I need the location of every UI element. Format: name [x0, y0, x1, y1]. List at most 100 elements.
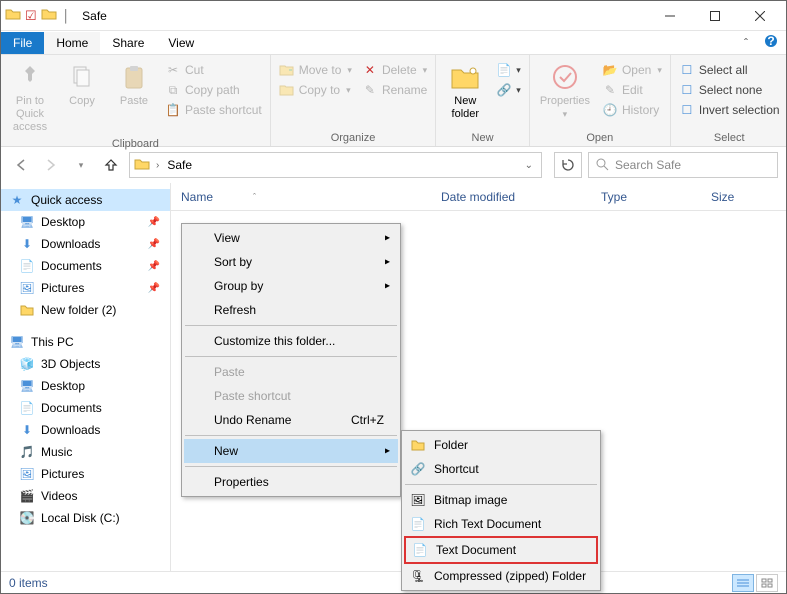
sort-indicator-icon: ˆ — [253, 192, 256, 202]
group-label-select: Select — [677, 130, 782, 144]
edit-button[interactable]: ✎Edit — [600, 81, 664, 99]
properties-button[interactable]: Properties▾ — [536, 59, 594, 130]
ctx-customize[interactable]: Customize this folder... — [184, 329, 398, 353]
ctx-refresh[interactable]: Refresh — [184, 298, 398, 322]
delete-button[interactable]: ✕Delete▾ — [360, 61, 429, 79]
minimize-button[interactable] — [647, 1, 692, 31]
shortcut-icon: 🔗 — [410, 461, 426, 477]
new-text-document[interactable]: 📄Text Document — [404, 536, 598, 564]
refresh-button[interactable] — [554, 152, 582, 178]
ctx-undo-rename[interactable]: Undo RenameCtrl+Z — [184, 408, 398, 432]
sidebar-item-videos[interactable]: 🎬Videos — [1, 485, 170, 507]
copy-to-button[interactable]: Copy to▾ — [277, 81, 354, 99]
sidebar-item-downloads-pc[interactable]: ⬇Downloads — [1, 419, 170, 441]
copy-path-button[interactable]: ⧉Copy path — [163, 81, 264, 99]
ctx-properties[interactable]: Properties — [184, 470, 398, 494]
recent-dropdown[interactable]: ▾ — [69, 153, 93, 177]
close-button[interactable] — [737, 1, 782, 31]
address-input[interactable]: › Safe ⌄ — [129, 152, 542, 178]
file-list-pane[interactable]: Nameˆ Date modified Type Size This folde… — [171, 183, 786, 571]
sidebar-item-3d-objects[interactable]: 🧊3D Objects — [1, 353, 170, 375]
collapse-ribbon-icon[interactable]: ˆ — [736, 36, 756, 50]
sidebar-item-pictures[interactable]: 🖼Pictures📌 — [1, 277, 170, 299]
ctx-sort-by[interactable]: Sort by▸ — [184, 250, 398, 274]
item-count: 0 items — [9, 576, 48, 590]
3d-icon: 🧊 — [19, 356, 35, 372]
select-all-icon: ☐ — [679, 62, 695, 78]
move-to-button[interactable]: Move to▾ — [277, 61, 354, 79]
folder-icon — [5, 6, 21, 25]
sidebar-item-downloads[interactable]: ⬇Downloads📌 — [1, 233, 170, 255]
sidebar-item-new-folder[interactable]: New folder (2) — [1, 299, 170, 321]
easy-access-button[interactable]: 🔗▾ — [494, 81, 523, 99]
help-icon[interactable]: ? — [756, 34, 786, 51]
cut-button[interactable]: ✂Cut — [163, 61, 264, 79]
select-none-button[interactable]: ☐Select none — [677, 81, 782, 99]
new-zip[interactable]: 🗜Compressed (zipped) Folder — [404, 564, 598, 588]
column-size[interactable]: Size — [701, 190, 771, 204]
pin-icon: 📌 — [148, 217, 166, 228]
invert-selection-button[interactable]: ☐Invert selection — [677, 101, 782, 119]
sidebar-item-documents-pc[interactable]: 📄Documents — [1, 397, 170, 419]
sidebar-item-desktop-pc[interactable]: 🖥Desktop — [1, 375, 170, 397]
tab-view[interactable]: View — [156, 32, 206, 54]
column-name[interactable]: Nameˆ — [171, 190, 431, 204]
select-all-button[interactable]: ☐Select all — [677, 61, 782, 79]
new-folder-button[interactable]: New folder — [442, 59, 488, 130]
maximize-button[interactable] — [692, 1, 737, 31]
move-to-icon — [279, 62, 295, 78]
thumbnails-view-button[interactable] — [756, 574, 778, 592]
back-button[interactable] — [9, 153, 33, 177]
desktop-icon: 🖥 — [19, 214, 35, 230]
copy-button[interactable]: Copy — [59, 59, 105, 136]
properties-icon — [549, 61, 581, 93]
documents-icon: 📄 — [19, 400, 35, 416]
group-label-clipboard: Clipboard — [7, 136, 264, 150]
paste-shortcut-button[interactable]: 📋Paste shortcut — [163, 101, 264, 119]
folder-icon — [19, 302, 35, 318]
sidebar-this-pc[interactable]: 🖥This PC — [1, 331, 170, 353]
column-date-modified[interactable]: Date modified — [431, 190, 591, 204]
new-folder[interactable]: Folder — [404, 433, 598, 457]
up-button[interactable] — [99, 153, 123, 177]
group-label-open: Open — [536, 130, 664, 144]
navigation-pane[interactable]: ★ Quick access 🖥Desktop📌 ⬇Downloads📌 📄Do… — [1, 183, 171, 571]
rename-button[interactable]: ✎Rename — [360, 81, 429, 99]
sidebar-quick-access[interactable]: ★ Quick access — [1, 189, 170, 211]
ctx-group-by[interactable]: Group by▸ — [184, 274, 398, 298]
tab-share[interactable]: Share — [100, 32, 156, 54]
submenu-arrow-icon: ▸ — [385, 281, 390, 292]
search-input[interactable] — [615, 158, 771, 172]
forward-button[interactable] — [39, 153, 63, 177]
history-button[interactable]: 🕘History — [600, 101, 664, 119]
new-item-button[interactable]: 📄▾ — [494, 61, 523, 79]
new-shortcut[interactable]: 🔗Shortcut — [404, 457, 598, 481]
ctx-view[interactable]: View▸ — [184, 226, 398, 250]
address-dropdown-icon[interactable]: ⌄ — [521, 160, 537, 171]
column-type[interactable]: Type — [591, 190, 701, 204]
qat-dropdown-icon[interactable]: │ — [61, 9, 73, 23]
sidebar-item-documents[interactable]: 📄Documents📌 — [1, 255, 170, 277]
open-button[interactable]: 📂Open▾ — [600, 61, 664, 79]
search-box[interactable] — [588, 152, 778, 178]
sidebar-item-desktop[interactable]: 🖥Desktop📌 — [1, 211, 170, 233]
details-view-button[interactable] — [732, 574, 754, 592]
tab-home[interactable]: Home — [44, 32, 100, 54]
tab-file[interactable]: File — [1, 32, 44, 54]
ribbon-tabs: File Home Share View ˆ ? — [1, 31, 786, 55]
address-segment[interactable]: Safe — [165, 158, 194, 172]
star-icon: ★ — [9, 192, 25, 208]
pin-icon: 📌 — [148, 283, 166, 294]
sidebar-item-local-disk[interactable]: 💽Local Disk (C:) — [1, 507, 170, 529]
sidebar-item-pictures-pc[interactable]: 🖼Pictures — [1, 463, 170, 485]
documents-icon: 📄 — [19, 258, 35, 274]
paste-button[interactable]: Paste — [111, 59, 157, 136]
ctx-paste-shortcut: Paste shortcut — [184, 384, 398, 408]
checkbox-icon[interactable]: ☑ — [25, 8, 37, 24]
copy-to-icon — [279, 82, 295, 98]
new-rtf[interactable]: 📄Rich Text Document — [404, 512, 598, 536]
sidebar-item-music[interactable]: 🎵Music — [1, 441, 170, 463]
ctx-new[interactable]: New▸ — [184, 439, 398, 463]
pin-quick-access-button[interactable]: Pin to Quick access — [7, 59, 53, 136]
new-bitmap[interactable]: 🖼Bitmap image — [404, 488, 598, 512]
